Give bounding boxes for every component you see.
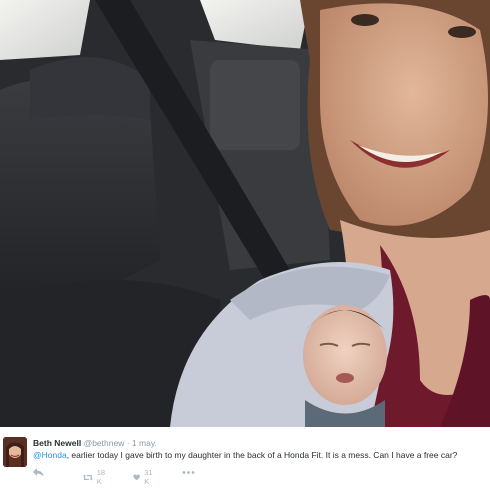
tweet-body: , earlier today I gave birth to my daugh… bbox=[66, 450, 458, 460]
tweet-photo[interactable] bbox=[0, 0, 490, 427]
like-count: 31 K bbox=[144, 468, 153, 486]
mention-link[interactable]: @Honda bbox=[33, 450, 67, 460]
more-button[interactable] bbox=[182, 468, 195, 477]
avatar[interactable] bbox=[3, 437, 27, 467]
author-handle[interactable]: @bethnew bbox=[84, 438, 125, 448]
heart-icon bbox=[133, 474, 140, 480]
retweet-count: 18 K bbox=[96, 468, 106, 486]
tweet-header: Beth Newell @bethnew · 1 may. bbox=[33, 438, 157, 448]
header-separator: · bbox=[126, 438, 130, 448]
avatar-image bbox=[3, 437, 27, 467]
car-selfie-image bbox=[0, 0, 490, 427]
author-name[interactable]: Beth Newell bbox=[33, 438, 81, 448]
tweet-card: Beth Newell @bethnew · 1 may. @Honda, ea… bbox=[0, 427, 490, 490]
tweet-text: @Honda, earlier today I gave birth to my… bbox=[33, 450, 457, 460]
retweet-button[interactable]: 18 K bbox=[83, 468, 108, 486]
more-dots-icon bbox=[182, 471, 195, 474]
tweet-date[interactable]: 1 may. bbox=[132, 438, 157, 448]
reply-button[interactable] bbox=[33, 468, 44, 477]
like-button[interactable]: 31 K bbox=[133, 468, 155, 486]
reply-arrow-icon bbox=[33, 468, 44, 477]
retweet-icon bbox=[83, 474, 93, 480]
